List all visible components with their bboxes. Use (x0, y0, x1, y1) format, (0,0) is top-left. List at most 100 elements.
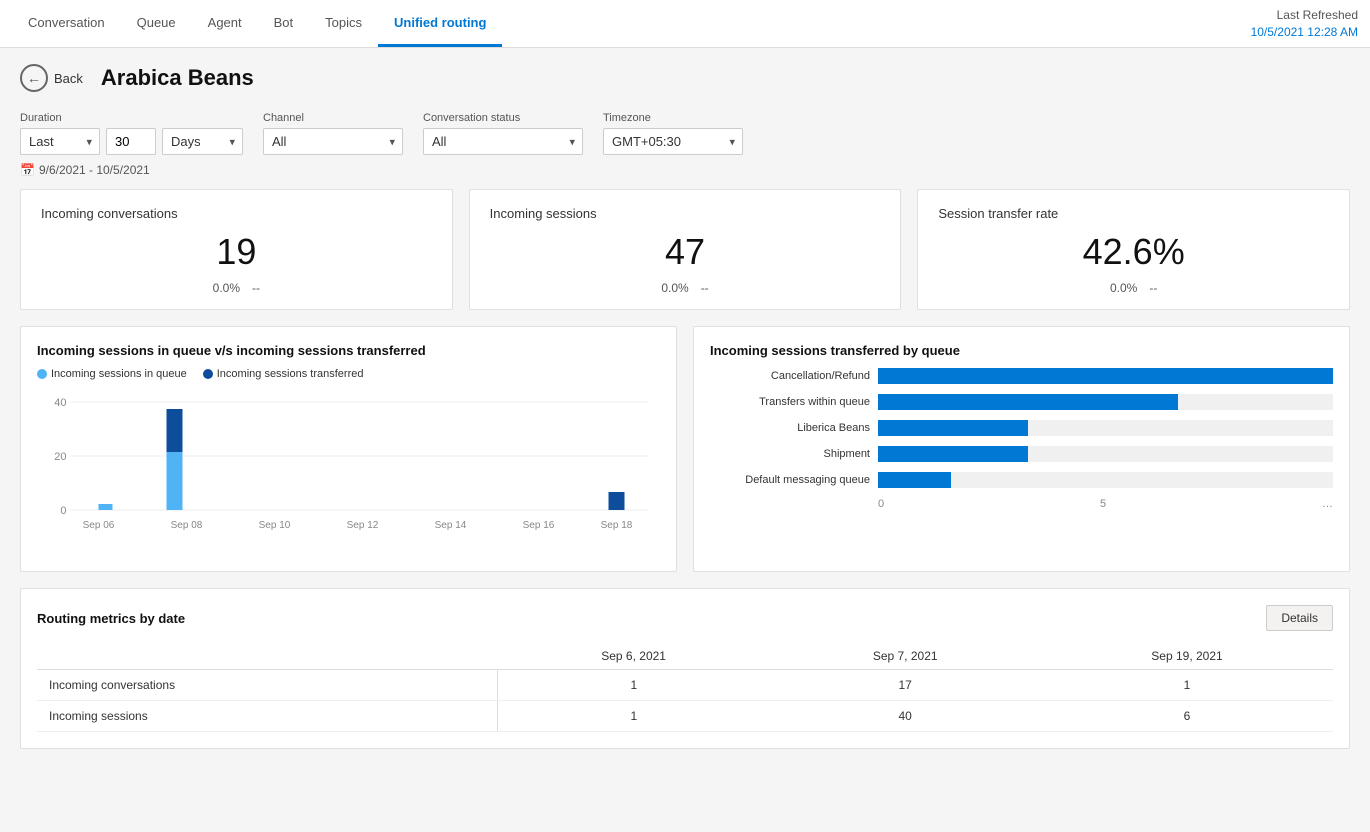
routing-metrics-title: Routing metrics by date (37, 611, 185, 626)
hbar-label-cancellation: Cancellation/Refund (710, 370, 870, 382)
conversation-status-filter: Conversation status All (423, 112, 583, 155)
sessions-col3: 6 (1041, 701, 1333, 732)
tab-queue[interactable]: Queue (121, 1, 192, 47)
conversation-status-dropdown[interactable]: All (423, 128, 583, 155)
table-row-conversations: Incoming conversations 1 17 1 (37, 670, 1333, 701)
conversation-status-select[interactable]: All (423, 128, 583, 155)
hbar-track-transfers (878, 394, 1333, 410)
hbar-chart: Cancellation/Refund Transfers within que… (710, 368, 1333, 510)
table-header-col2: Sep 7, 2021 (769, 643, 1041, 670)
hbar-track-cancellation (878, 368, 1333, 384)
tab-unified-routing[interactable]: Unified routing (378, 1, 502, 47)
duration-prefix-dropdown[interactable]: Last (20, 128, 100, 155)
back-icon: ← (20, 64, 48, 92)
duration-unit-select[interactable]: Days Weeks Months (162, 128, 243, 155)
last-refreshed: Last Refreshed 10/5/2021 12:28 AM (1251, 7, 1358, 41)
duration-filter: Duration Last Days Weeks Months (20, 112, 243, 155)
filters-row: Duration Last Days Weeks Months C (20, 112, 1350, 155)
channel-dropdown[interactable]: All (263, 128, 403, 155)
duration-unit-dropdown[interactable]: Days Weeks Months (162, 128, 243, 155)
tab-agent[interactable]: Agent (192, 1, 258, 47)
kpi-incoming-sessions-value: 47 (490, 231, 881, 273)
hbar-chart-title: Incoming sessions transferred by queue (710, 343, 1333, 358)
routing-metrics-table: Sep 6, 2021 Sep 7, 2021 Sep 19, 2021 Inc… (37, 643, 1333, 732)
hbar-axis-0: 0 (878, 498, 884, 510)
table-header-col1: Sep 6, 2021 (498, 643, 770, 670)
hbar-fill-shipment (878, 446, 1028, 462)
hbar-label-default: Default messaging queue (710, 474, 870, 486)
conversations-col1: 1 (498, 670, 770, 701)
routing-metrics-section: Routing metrics by date Details Sep 6, 2… (20, 588, 1350, 749)
hbar-track-default (878, 472, 1333, 488)
timezone-filter: Timezone GMT+05:30 (603, 112, 743, 155)
kpi-session-transfer-rate-pct: 0.0% (1110, 281, 1137, 295)
legend-in-queue: Incoming sessions in queue (37, 368, 187, 380)
page-header: ← Back Arabica Beans (20, 64, 1350, 92)
hbar-row-shipment: Shipment (710, 446, 1333, 462)
legend-dot-queue (37, 369, 47, 379)
table-header-row-dates: Sep 6, 2021 Sep 7, 2021 Sep 19, 2021 (37, 643, 1333, 670)
hbar-label-shipment: Shipment (710, 448, 870, 460)
last-refreshed-label: Last Refreshed (1251, 7, 1358, 24)
svg-text:Sep 08: Sep 08 (171, 520, 203, 531)
hbar-fill-cancellation (878, 368, 1333, 384)
tab-bot[interactable]: Bot (258, 1, 310, 47)
main-content: ← Back Arabica Beans Duration Last Days … (0, 48, 1370, 832)
back-button[interactable]: ← Back (20, 64, 83, 92)
channel-filter: Channel All (263, 112, 403, 155)
channel-label: Channel (263, 112, 403, 124)
kpi-incoming-conversations-title: Incoming conversations (41, 206, 432, 221)
hbar-row-transfers: Transfers within queue (710, 394, 1333, 410)
details-button[interactable]: Details (1266, 605, 1333, 631)
table-header-col3: Sep 19, 2021 (1041, 643, 1333, 670)
kpi-session-transfer-rate-title: Session transfer rate (938, 206, 1329, 221)
hbar-dots[interactable]: … (1322, 498, 1333, 510)
sessions-chart-legend: Incoming sessions in queue Incoming sess… (37, 368, 660, 380)
calendar-icon: 📅 (20, 163, 35, 177)
kpi-incoming-conversations: Incoming conversations 19 0.0% -- (20, 189, 453, 310)
kpi-incoming-conversations-value: 19 (41, 231, 432, 273)
kpi-incoming-sessions-pct: 0.0% (661, 281, 688, 295)
sessions-chart-card: Incoming sessions in queue v/s incoming … (20, 326, 677, 572)
svg-text:Sep 16: Sep 16 (523, 520, 555, 531)
metric-label-sessions: Incoming sessions (37, 701, 498, 732)
back-label: Back (54, 71, 83, 86)
kpi-incoming-sessions: Incoming sessions 47 0.0% -- (469, 189, 902, 310)
hbar-track-shipment (878, 446, 1333, 462)
legend-label-transferred: Incoming sessions transferred (217, 368, 364, 380)
kpi-session-transfer-rate-value: 42.6% (938, 231, 1329, 273)
metric-label-conversations: Incoming conversations (37, 670, 498, 701)
tab-conversation[interactable]: Conversation (12, 1, 121, 47)
duration-prefix-select[interactable]: Last (20, 128, 100, 155)
sessions-col2: 40 (769, 701, 1041, 732)
hbar-track-liberica (878, 420, 1333, 436)
hbar-row-liberica: Liberica Beans (710, 420, 1333, 436)
hbar-row-cancellation: Cancellation/Refund (710, 368, 1333, 384)
nav-tabs: Conversation Queue Agent Bot Topics Unif… (12, 1, 502, 47)
last-refreshed-value: 10/5/2021 12:28 AM (1251, 24, 1358, 41)
table-header-metric (37, 643, 498, 670)
svg-text:20: 20 (54, 451, 66, 463)
duration-number-input[interactable] (106, 128, 156, 155)
conversations-col2: 17 (769, 670, 1041, 701)
hbar-label-liberica: Liberica Beans (710, 422, 870, 434)
legend-label-queue: Incoming sessions in queue (51, 368, 187, 380)
date-range-text: 9/6/2021 - 10/5/2021 (39, 163, 150, 177)
kpi-session-transfer-rate: Session transfer rate 42.6% 0.0% -- (917, 189, 1350, 310)
timezone-select[interactable]: GMT+05:30 (603, 128, 743, 155)
charts-row: Incoming sessions in queue v/s incoming … (20, 326, 1350, 572)
svg-text:Sep 10: Sep 10 (259, 520, 291, 531)
svg-text:0: 0 (60, 505, 66, 517)
svg-text:40: 40 (54, 397, 66, 409)
tab-topics[interactable]: Topics (309, 1, 378, 47)
kpi-session-transfer-rate-sub: 0.0% -- (938, 281, 1329, 295)
kpi-cards-row: Incoming conversations 19 0.0% -- Incomi… (20, 189, 1350, 310)
timezone-dropdown[interactable]: GMT+05:30 (603, 128, 743, 155)
kpi-incoming-conversations-pct: 0.0% (213, 281, 240, 295)
sessions-bar-chart-svg: 40 20 0 Sep 06 Sep 08 Sep 10 (37, 392, 660, 552)
svg-text:Sep 14: Sep 14 (435, 520, 467, 531)
conversations-col3: 1 (1041, 670, 1333, 701)
channel-select[interactable]: All (263, 128, 403, 155)
legend-dot-transferred (203, 369, 213, 379)
kpi-incoming-conversations-trend: -- (252, 281, 260, 295)
